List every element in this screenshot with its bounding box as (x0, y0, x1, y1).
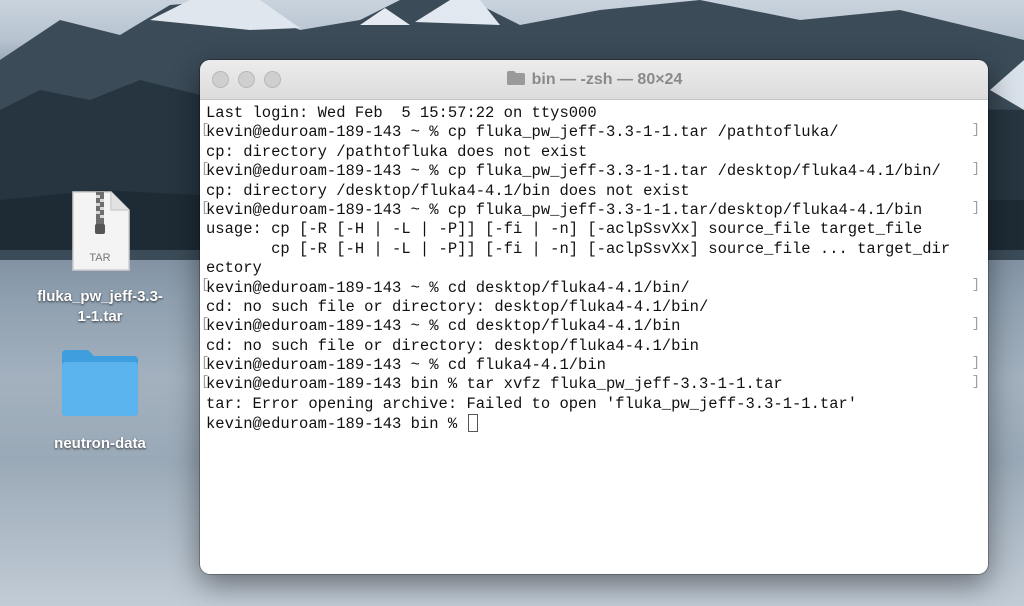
terminal-line: cd: no such file or directory: desktop/f… (206, 297, 709, 316)
terminal-line: ectory (206, 259, 262, 278)
terminal-line: cp: directory /pathtofluka does not exis… (206, 142, 588, 161)
desktop-folder-neutron-data[interactable]: neutron-data (25, 346, 175, 454)
mark-bracket-left: [ (201, 374, 210, 390)
tar-file-label-2: 1-1.tar (77, 308, 123, 325)
terminal-line: kevin@eduroam-189-143 ~ % cd fluka4-4.1/… (206, 356, 606, 375)
prompt-text: kevin@eduroam-189-143 bin % (206, 415, 467, 434)
terminal-line: Last login: Wed Feb 5 15:57:22 on ttys00… (206, 104, 597, 122)
mark-bracket-right: ] (971, 277, 980, 293)
terminal-line: kevin@eduroam-189-143 bin % tar xvfz flu… (206, 375, 783, 394)
terminal-line: tar: Error opening archive: Failed to op… (206, 394, 858, 413)
terminal-line: cd: no such file or directory: desktop/f… (206, 336, 699, 355)
window-title: bin — -zsh — 80×24 (200, 70, 988, 91)
terminal-window[interactable]: bin — -zsh — 80×24 Last login: Wed Feb 5… (200, 60, 988, 574)
terminal-line: kevin@eduroam-189-143 ~ % cp fluka_pw_je… (206, 123, 839, 142)
folder-icon (58, 346, 142, 418)
mark-bracket-right: ] (971, 200, 980, 216)
mark-bracket-left: [ (201, 277, 210, 293)
tar-badge: TAR (89, 252, 111, 264)
terminal-line: kevin@eduroam-189-143 ~ % cd desktop/flu… (206, 278, 690, 297)
terminal-line: kevin@eduroam-189-143 ~ % cp fluka_pw_je… (206, 200, 923, 219)
mark-bracket-right: ] (971, 316, 980, 332)
mark-bracket-left: [ (201, 355, 210, 371)
mark-bracket-left: [ (201, 161, 210, 177)
terminal-line: cp: directory /desktop/fluka4-4.1/bin do… (206, 181, 690, 200)
mark-bracket-left: [ (201, 200, 210, 216)
prompt-line[interactable]: kevin@eduroam-189-143 bin % (206, 414, 982, 433)
mark-bracket-right: ] (971, 161, 980, 177)
mark-bracket-left: [ (201, 316, 210, 332)
terminal-output[interactable]: Last login: Wed Feb 5 15:57:22 on ttys00… (201, 104, 982, 574)
mark-bracket-right: ] (971, 374, 980, 390)
window-title-text: bin — -zsh — 80×24 (531, 71, 683, 88)
terminal-line: usage: cp [-R [-H | -L | -P]] [-fi | -n]… (206, 220, 923, 239)
desktop-tar-file[interactable]: TAR fluka_pw_jeff-3.3- 1-1.tar (25, 190, 175, 327)
mark-bracket-right: ] (971, 122, 980, 138)
mark-bracket-right: ] (971, 355, 980, 371)
mark-bracket-left: [ (201, 122, 210, 138)
text-cursor (468, 414, 479, 433)
folder-icon (506, 70, 526, 91)
terminal-line: cp [-R [-H | -L | -P]] [-fi | -n] [-aclp… (206, 239, 951, 258)
folder-label: neutron-data (54, 435, 146, 452)
terminal-line: kevin@eduroam-189-143 ~ % cp fluka_pw_je… (206, 162, 941, 181)
tar-file-label-1: fluka_pw_jeff-3.3- (37, 288, 163, 305)
terminal-line: kevin@eduroam-189-143 ~ % cd desktop/flu… (206, 317, 681, 336)
titlebar[interactable]: bin — -zsh — 80×24 (200, 60, 988, 100)
